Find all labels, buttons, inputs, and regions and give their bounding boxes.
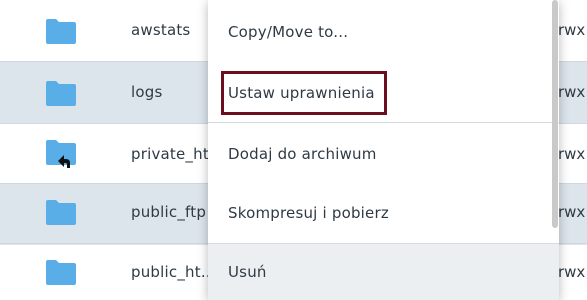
menu-item-copy-move[interactable]: Copy/Move to... [208,0,559,61]
permissions: rwx [558,263,586,281]
menu-item-label: Usuń [228,263,267,281]
folder-symlink-icon [44,138,78,168]
context-menu: Copy/Move to... Ustaw uprawnienia Dodaj … [208,0,559,300]
folder-icon [44,258,78,286]
menu-item-add-to-archive[interactable]: Dodaj do archiwum [208,123,559,184]
folder-icon [44,17,78,45]
menu-item-label: Copy/Move to... [228,23,349,41]
file-name[interactable]: logs [131,83,162,101]
file-name[interactable]: awstats [131,21,190,39]
highlight-frame [221,71,387,115]
folder-icon [44,198,78,226]
menu-item-compress-download[interactable]: Skompresuj i pobierz [208,184,559,245]
menu-item-delete[interactable]: Usuń [208,244,559,300]
file-name[interactable]: private_ht [131,145,209,163]
permissions: rwx [558,83,586,101]
menu-item-label: Skompresuj i pobierz [228,204,389,222]
menu-scrollbar[interactable] [552,0,558,228]
permissions: rwx [558,145,586,163]
permissions: rwx [558,21,586,39]
folder-icon [44,79,78,107]
menu-item-label: Dodaj do archiwum [228,145,377,163]
file-manager-view: awstats rwx logs rwx private_ht rwx publ… [0,0,587,300]
file-name[interactable]: public_ftp [131,203,206,221]
file-name[interactable]: public_ht... [131,263,216,281]
permissions: rwx [558,203,586,221]
